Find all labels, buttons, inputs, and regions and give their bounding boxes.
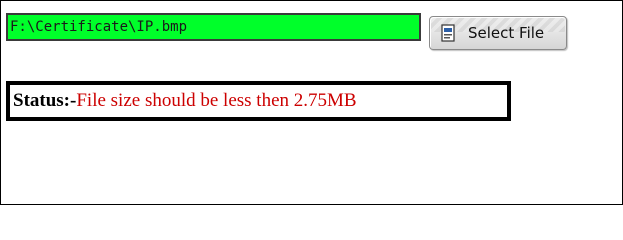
status-message: File size should be less then 2.75MB bbox=[76, 90, 357, 111]
status-box: Status:- File size should be less then 2.… bbox=[6, 81, 511, 121]
upload-panel: F:\Certificate\IP.bmp Select File Status… bbox=[0, 0, 623, 205]
file-path-input[interactable]: F:\Certificate\IP.bmp bbox=[6, 13, 421, 41]
status-prefix: Status:- bbox=[13, 90, 77, 111]
select-file-button[interactable]: Select File bbox=[429, 16, 567, 50]
file-icon bbox=[440, 23, 458, 43]
file-path-value: F:\Certificate\IP.bmp bbox=[10, 19, 188, 35]
select-file-label: Select File bbox=[468, 24, 545, 42]
